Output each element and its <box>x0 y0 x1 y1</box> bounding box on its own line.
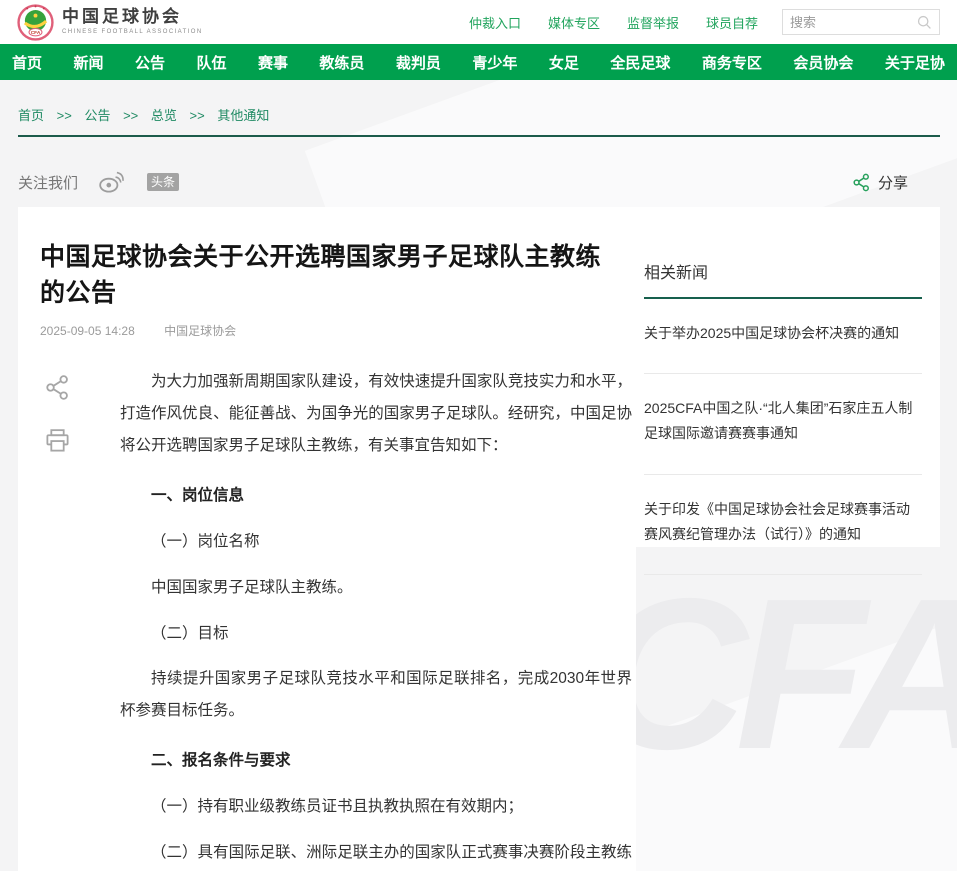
nav-business[interactable]: 商务专区 <box>702 52 762 73</box>
toutiao-icon[interactable]: 头条 <box>147 173 179 191</box>
breadcrumb-separator: >> <box>190 108 205 123</box>
breadcrumb-separator: >> <box>123 108 138 123</box>
nav-coaches[interactable]: 教练员 <box>319 52 364 73</box>
paragraph: 中国国家男子足球队主教练。 <box>120 572 632 604</box>
paragraph: 为大力加强新周期国家队建设，有效快速提升国家队竞技实力和水平，打造作风优良、能征… <box>120 366 632 462</box>
print-icon[interactable] <box>44 427 120 454</box>
nav-competitions[interactable]: 赛事 <box>258 52 288 73</box>
related-news-sidebar: 相关新闻 关于举办2025中国足球协会杯决赛的通知 2025CFA中国之队·“北… <box>636 207 940 547</box>
nav-news[interactable]: 新闻 <box>73 52 103 73</box>
article-text: 为大力加强新周期国家队建设，有效快速提升国家队竞技实力和水平，打造作风优良、能征… <box>120 366 632 871</box>
nav-home[interactable]: 首页 <box>12 52 42 73</box>
article-source: 中国足球协会 <box>164 324 236 338</box>
logo-title: 中国足球协会 <box>62 8 203 27</box>
header-links: 仲裁入口 媒体专区 监督举报 球员自荐 <box>442 9 940 35</box>
content-area: CFA 首页 >> 公告 >> 总览 >> 其他通知 关注我们 头条 <box>0 80 957 871</box>
page: CFA 中国足球协会 CHINESE FOOTBALL ASSOCIATION … <box>0 0 957 871</box>
related-news-item[interactable]: 关于印发《中国足球协会社会足球赛事活动赛风赛纪管理办法（试行）》的通知 <box>644 475 922 575</box>
top-header: CFA 中国足球协会 CHINESE FOOTBALL ASSOCIATION … <box>0 0 957 44</box>
header-link-media[interactable]: 媒体专区 <box>548 13 600 32</box>
article-card: 中国足球协会关于公开选聘国家男子足球队主教练的公告 2025-09-05 14:… <box>18 207 940 871</box>
breadcrumb-separator: >> <box>57 108 72 123</box>
main-nav: 首页 新闻 公告 队伍 赛事 教练员 裁判员 青少年 女足 全民足球 商务专区 … <box>0 44 957 80</box>
header-link-arbitration[interactable]: 仲裁入口 <box>469 13 521 32</box>
related-news-item[interactable]: 2025CFA中国之队·“北人集团”石家庄五人制足球国际邀请赛赛事通知 <box>644 374 922 474</box>
nav-womens-football[interactable]: 女足 <box>549 52 579 73</box>
share-nodes-icon <box>852 173 871 192</box>
follow-us-label: 关注我们 <box>18 172 78 193</box>
share-button[interactable]: 分享 <box>852 172 908 193</box>
related-news-item[interactable]: 关于举办2025中国足球协会杯决赛的通知 <box>644 299 922 374</box>
share-label: 分享 <box>878 172 908 193</box>
share-nodes-icon[interactable] <box>44 374 120 401</box>
nav-youth[interactable]: 青少年 <box>472 52 517 73</box>
breadcrumb-home[interactable]: 首页 <box>18 108 44 123</box>
paragraph: 持续提升国家男子足球队竞技水平和国际足联排名，完成2030年世界杯参赛目标任务。 <box>120 663 632 727</box>
logo-subtitle: CHINESE FOOTBALL ASSOCIATION <box>62 29 203 36</box>
nav-teams[interactable]: 队伍 <box>196 52 226 73</box>
search-input[interactable] <box>790 15 916 30</box>
paragraph: （二）具有国际足联、洲际足联主办的国家队正式赛事决赛阶段主教练执教经历或有欧洲、… <box>120 837 632 871</box>
article-column: 中国足球协会关于公开选聘国家男子足球队主教练的公告 2025-09-05 14:… <box>18 207 636 871</box>
search-box[interactable] <box>782 9 940 35</box>
social-bar: 关注我们 头条 <box>18 170 940 194</box>
paragraph: （一）岗位名称 <box>120 526 632 558</box>
nav-about[interactable]: 关于足协 <box>885 52 945 73</box>
cfa-logo[interactable]: CFA 中国足球协会 CHINESE FOOTBALL ASSOCIATION <box>17 4 203 41</box>
related-news-title: 相关新闻 <box>644 259 922 299</box>
weibo-icon[interactable] <box>98 170 125 194</box>
header-link-supervision[interactable]: 监督举报 <box>627 13 679 32</box>
nav-member-associations[interactable]: 会员协会 <box>793 52 853 73</box>
nav-grassroots[interactable]: 全民足球 <box>610 52 670 73</box>
nav-announcements[interactable]: 公告 <box>135 52 165 73</box>
article-meta: 2025-09-05 14:28 中国足球协会 <box>40 322 632 339</box>
article-tools <box>18 366 120 871</box>
nav-referees[interactable]: 裁判员 <box>396 52 441 73</box>
breadcrumb-other-notices[interactable]: 其他通知 <box>217 108 269 123</box>
breadcrumb-overview[interactable]: 总览 <box>151 108 177 123</box>
breadcrumb-announcements[interactable]: 公告 <box>84 108 110 123</box>
section-heading: 二、报名条件与要求 <box>120 745 632 777</box>
paragraph: （二）目标 <box>120 618 632 650</box>
breadcrumb: 首页 >> 公告 >> 总览 >> 其他通知 <box>18 105 940 137</box>
search-icon[interactable] <box>916 14 932 30</box>
svg-text:CFA: CFA <box>31 30 41 36</box>
article-title: 中国足球协会关于公开选聘国家男子足球队主教练的公告 <box>40 237 618 309</box>
header-link-player[interactable]: 球员自荐 <box>706 13 758 32</box>
article-date: 2025-09-05 14:28 <box>40 324 135 338</box>
cfa-logo-badge-icon: CFA <box>17 4 54 41</box>
section-heading: 一、岗位信息 <box>120 480 632 512</box>
paragraph: （一）持有职业级教练员证书且执教执照在有效期内； <box>120 791 632 823</box>
